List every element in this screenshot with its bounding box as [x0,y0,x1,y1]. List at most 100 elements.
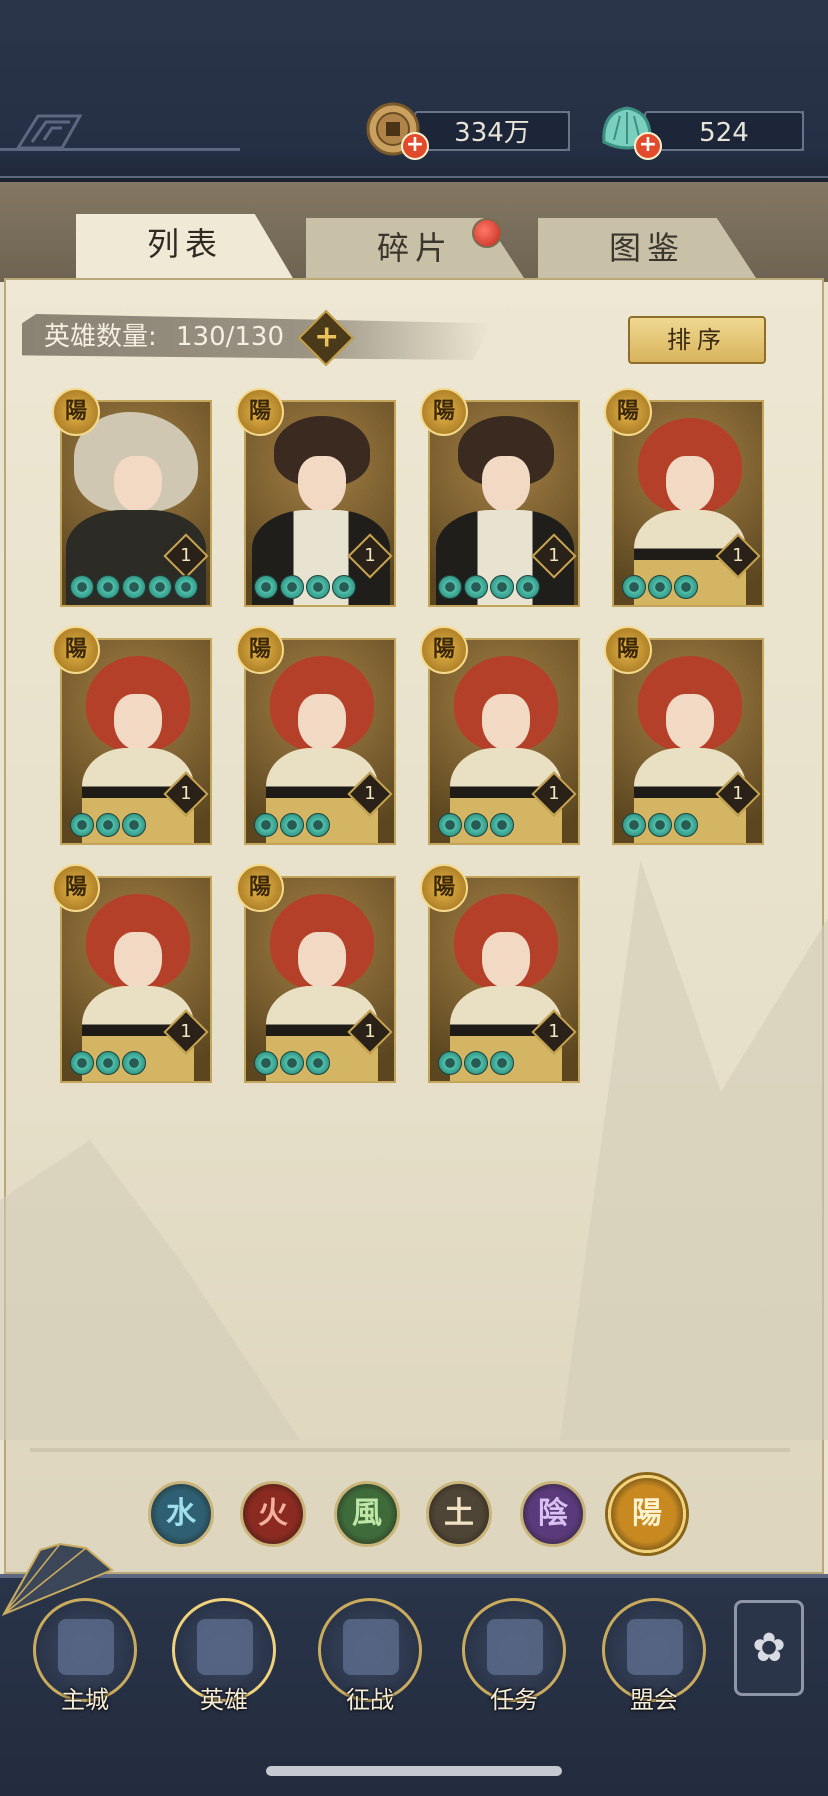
notification-dot [472,218,502,248]
hero-level: 1 [548,545,560,566]
star-icon [516,575,540,599]
yang-element-badge: 陽 [52,388,100,436]
star-icon [280,813,304,837]
element-filter-button[interactable]: 土 [426,1481,492,1547]
star-icon [438,1051,462,1075]
hero-level: 1 [180,783,192,804]
star-icon [122,575,146,599]
star-icon [490,575,514,599]
star-icon [674,575,698,599]
yang-element-badge: 陽 [52,626,100,674]
hero-level: 1 [548,783,560,804]
coin-counter: 334万 [414,111,570,151]
yang-element-badge: 陽 [604,388,652,436]
star-icon [280,575,304,599]
hero-star-row [70,1051,146,1075]
star-icon [70,575,94,599]
yang-element-badge: 陽 [52,864,100,912]
star-icon [332,575,356,599]
gem-counter: 524 [644,111,804,151]
star-icon [254,813,278,837]
element-filter-button[interactable]: 風 [334,1481,400,1547]
star-icon [622,575,646,599]
tab-codex-label: 图鉴 [608,229,685,267]
hero-portrait-icon [197,1619,253,1675]
hero-star-row [70,813,146,837]
star-icon [490,1051,514,1075]
battle-helmet-icon [343,1619,399,1675]
nav-label: 任务 [490,1686,538,1714]
hero-star-row [438,575,540,599]
flower-menu-icon[interactable]: ✿ [734,1600,804,1696]
star-icon [490,813,514,837]
meander-ornament-icon [15,114,83,150]
coin-value: 334万 [454,118,530,148]
hero-level: 1 [364,1021,376,1042]
hero-star-row [70,575,198,599]
hero-star-row [254,575,356,599]
star-icon [438,813,462,837]
star-icon [122,813,146,837]
star-icon [464,1051,488,1075]
hero-star-row [254,813,330,837]
gem-add-button[interactable]: + [634,132,662,160]
hero-star-row [622,813,698,837]
star-icon [648,813,672,837]
hero-level: 1 [364,545,376,566]
alliance-gate-icon [627,1619,683,1675]
hero-count-value: 130/130 [176,322,285,352]
hero-level: 1 [180,545,192,566]
hero-level: 1 [180,1021,192,1042]
coin-add-button[interactable]: + [401,132,429,160]
star-icon [96,575,120,599]
nav-label: 英雄 [200,1686,248,1714]
yang-element-badge: 陽 [236,626,284,674]
star-icon [280,1051,304,1075]
star-icon [306,813,330,837]
star-icon [622,813,646,837]
star-icon [70,1051,94,1075]
star-icon [254,575,278,599]
nav-label: 盟会 [630,1686,678,1714]
hero-star-row [438,813,514,837]
element-filter-button[interactable]: 火 [240,1481,306,1547]
hero-level: 1 [732,545,744,566]
star-icon [148,575,172,599]
star-icon [464,813,488,837]
nav-label: 主城 [61,1686,109,1714]
tab-fragments-label: 碎片 [376,229,453,267]
gem-value: 524 [699,118,749,148]
star-icon [122,1051,146,1075]
tab-list-label: 列表 [146,225,223,263]
star-icon [648,575,672,599]
element-filter-button[interactable]: 水 [148,1481,214,1547]
yang-element-badge: 陽 [420,626,468,674]
hero-star-row [254,1051,330,1075]
yang-element-badge: 陽 [604,626,652,674]
hero-level: 1 [732,783,744,804]
yang-element-badge: 陽 [236,388,284,436]
element-filter-button[interactable]: 陽 [608,1475,686,1553]
element-filter-button[interactable]: 陰 [520,1481,586,1547]
nav-label: 征战 [346,1686,394,1714]
yang-element-badge: 陽 [420,864,468,912]
hero-level: 1 [548,1021,560,1042]
ground-line [30,1448,790,1452]
star-icon [96,813,120,837]
hero-level: 1 [364,783,376,804]
star-icon [674,813,698,837]
star-icon [306,1051,330,1075]
sort-button[interactable]: 排序 [628,316,766,364]
star-icon [464,575,488,599]
star-icon [254,1051,278,1075]
star-icon [438,575,462,599]
yang-element-badge: 陽 [420,388,468,436]
hero-star-row [622,575,698,599]
star-icon [96,1051,120,1075]
home-indicator [266,1766,562,1776]
task-scroll-icon [487,1619,543,1675]
yang-element-badge: 陽 [236,864,284,912]
hero-star-row [438,1051,514,1075]
city-gate-icon [58,1619,114,1675]
plus-icon: + [314,319,340,355]
